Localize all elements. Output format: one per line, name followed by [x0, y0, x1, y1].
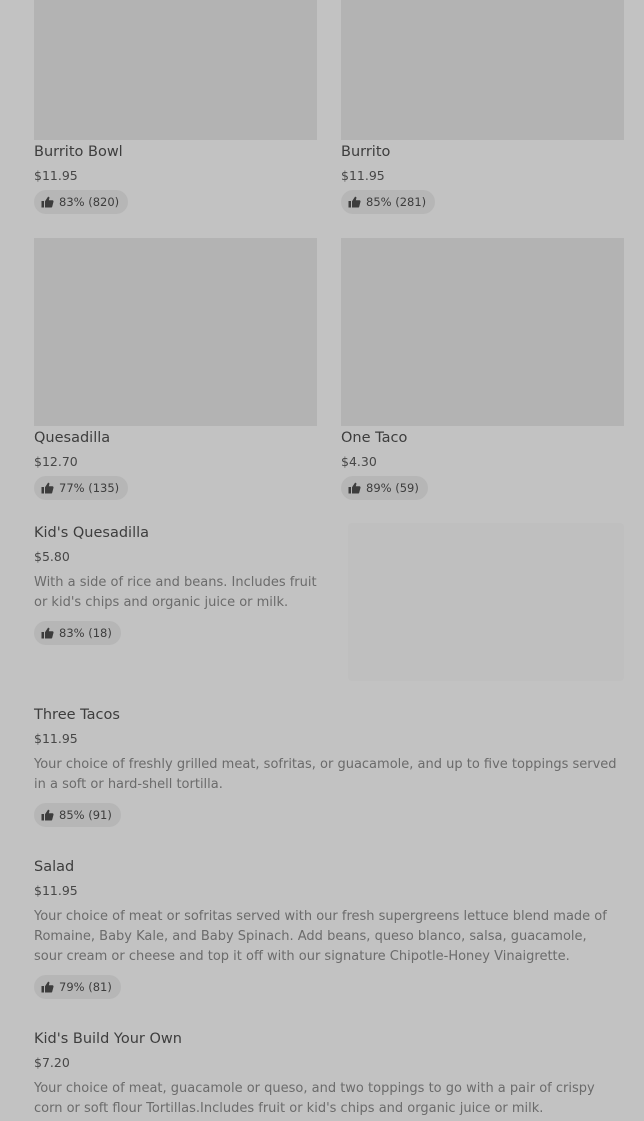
menu-row-salad[interactable]: Salad $11.95 Your choice of meat or sofr…: [34, 858, 618, 999]
item-image: [348, 523, 624, 681]
rating-text: 83% (18): [59, 626, 112, 640]
item-name: Kid's Build Your Own: [34, 1031, 182, 1047]
item-name: Burrito Bowl: [34, 144, 123, 160]
item-name: Salad: [34, 859, 75, 875]
item-price: $11.95: [34, 168, 78, 183]
item-name: Quesadilla: [34, 430, 111, 446]
rating-text: 85% (91): [59, 808, 112, 822]
thumbs-up-icon: [348, 196, 361, 208]
item-description: Your choice of meat, guacamole or queso,…: [34, 1081, 595, 1116]
rating-badge: 89% (59): [341, 476, 428, 500]
rating-text: 89% (59): [366, 481, 419, 495]
item-description: Your choice of freshly grilled meat, sof…: [34, 757, 617, 792]
thumbs-up-icon: [41, 809, 54, 821]
item-description: Your choice of meat or sofritas served w…: [34, 909, 607, 964]
item-name: Burrito: [341, 144, 391, 160]
thumbs-up-icon: [41, 482, 54, 494]
item-price: $12.70: [34, 454, 78, 469]
item-image: [34, 0, 317, 140]
item-name: Three Tacos: [34, 707, 120, 723]
item-image: [341, 0, 624, 140]
item-name: One Taco: [341, 430, 408, 446]
rating-text: 85% (281): [366, 195, 427, 209]
rating-badge: 85% (91): [34, 803, 121, 827]
menu-row-kids-quesadilla[interactable]: Kid's Quesadilla $5.80 With a side of ri…: [34, 524, 326, 645]
thumbs-up-icon: [41, 981, 54, 993]
thumbs-up-icon: [41, 196, 54, 208]
item-image: [341, 238, 624, 426]
item-price: $11.95: [34, 731, 78, 746]
rating-text: 79% (81): [59, 980, 112, 994]
item-description: With a side of rice and beans. Includes …: [34, 575, 317, 610]
item-price: $4.30: [341, 454, 377, 469]
rating-badge: 83% (820): [34, 190, 129, 214]
menu-row-three-tacos[interactable]: Three Tacos $11.95 Your choice of freshl…: [34, 706, 618, 827]
item-image: [34, 238, 317, 426]
item-price: $7.20: [34, 1055, 70, 1070]
rating-badge: 79% (81): [34, 975, 121, 999]
rating-text: 83% (820): [59, 195, 120, 209]
rating-badge: 85% (281): [341, 190, 436, 214]
thumbs-up-icon: [348, 482, 361, 494]
menu-row-kids-build-your-own[interactable]: Kid's Build Your Own $7.20 Your choice o…: [34, 1030, 618, 1119]
item-name: Kid's Quesadilla: [34, 525, 150, 541]
item-price: $11.95: [341, 168, 385, 183]
item-price: $11.95: [34, 883, 78, 898]
item-price: $5.80: [34, 549, 70, 564]
rating-badge: 83% (18): [34, 621, 121, 645]
menu-page: Burrito Bowl $11.95 83% (820) Burrito $1…: [0, 0, 644, 1121]
rating-text: 77% (135): [59, 481, 120, 495]
rating-badge: 77% (135): [34, 476, 129, 500]
thumbs-up-icon: [41, 627, 54, 639]
